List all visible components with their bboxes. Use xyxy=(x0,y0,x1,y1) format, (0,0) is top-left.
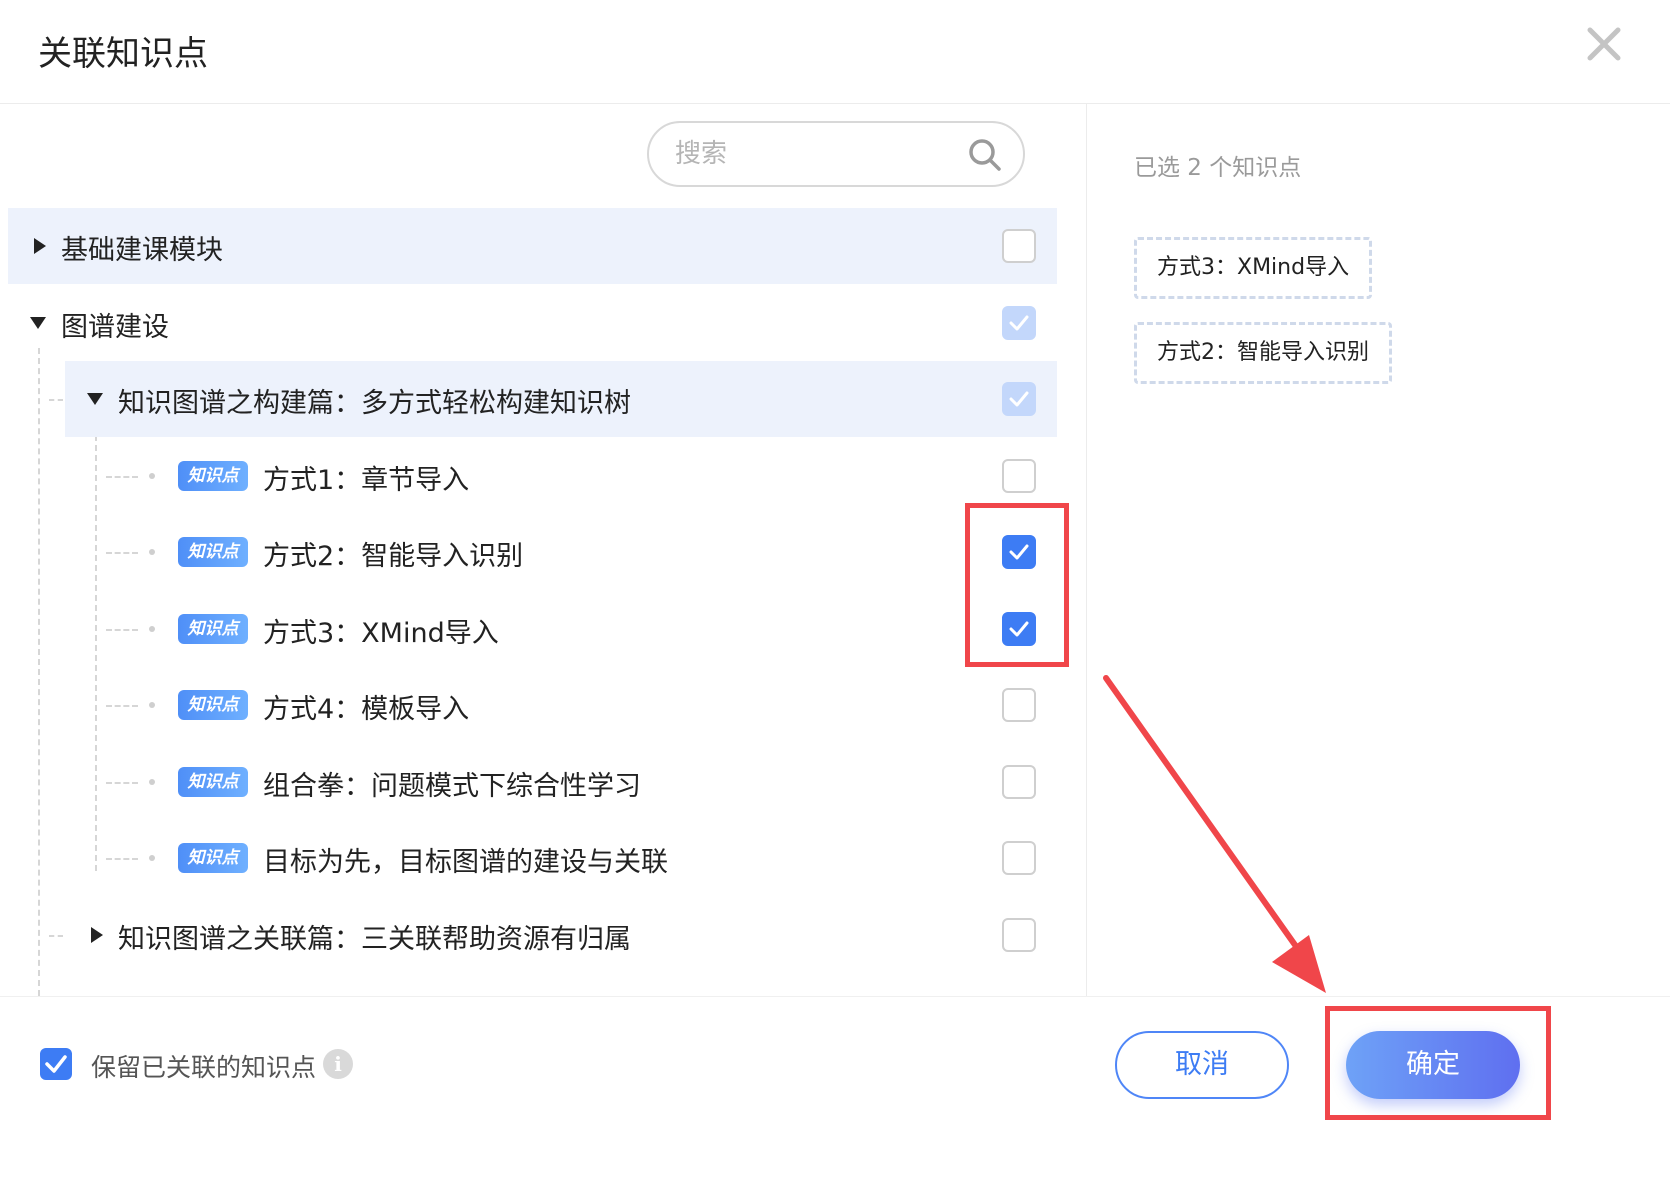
caret-right-icon[interactable] xyxy=(91,927,103,943)
tree-dot xyxy=(149,549,155,555)
tree-row-checkbox[interactable] xyxy=(1002,841,1036,875)
tree-row[interactable]: 知识点 方式1：章节导入 xyxy=(0,438,1057,514)
tree-row-label: 知识图谱之关联篇：三关联帮助资源有归属 xyxy=(118,924,631,955)
tree-row[interactable]: 知识点 方式3：XMind导入 xyxy=(0,591,1057,667)
tree-row[interactable]: 知识点 组合拳：问题模式下综合性学习 xyxy=(0,744,1057,820)
tree-connector xyxy=(49,935,63,937)
knowledge-tag: 知识点 xyxy=(178,461,248,491)
knowledge-tag: 知识点 xyxy=(178,537,248,567)
tree-row[interactable]: 知识点 方式4：模板导入 xyxy=(0,667,1057,743)
tree-row-label: 方式1：章节导入 xyxy=(263,465,470,496)
tree-row-checkbox[interactable] xyxy=(1002,306,1036,340)
tree-row[interactable]: 基础建课模块 xyxy=(8,208,1057,284)
tree-row-label: 方式2：智能导入识别 xyxy=(263,541,524,572)
tree-row-label: 基础建课模块 xyxy=(61,235,223,266)
tree-connector xyxy=(49,399,63,401)
knowledge-tag: 知识点 xyxy=(178,767,248,797)
annotation-box xyxy=(1325,1006,1551,1120)
check-icon xyxy=(45,1055,67,1073)
tree-row-checkbox[interactable] xyxy=(1002,382,1036,416)
tree-row[interactable]: 知识图谱之构建篇：多方式轻松构建知识树 xyxy=(49,361,1057,437)
tree-row-checkbox[interactable] xyxy=(1002,918,1036,952)
knowledge-tag: 知识点 xyxy=(178,690,248,720)
tree-panel: 基础建课模块 图谱建设 知识图谱之构建篇：多方式轻松构建知识树 知识点 方式1：… xyxy=(0,104,1086,996)
dialog-title: 关联知识点 xyxy=(38,34,208,74)
tree-row-checkbox[interactable] xyxy=(1002,229,1036,263)
tree-row-checkbox[interactable] xyxy=(1002,688,1036,722)
dialog-header: 关联知识点 xyxy=(0,0,1670,104)
search-input[interactable] xyxy=(675,135,955,173)
keep-linked-checkbox[interactable] xyxy=(40,1048,72,1080)
selected-panel: 已选 2 个知识点 方式3：XMind导入 方式2：智能导入识别 xyxy=(1087,104,1670,996)
tree-row[interactable]: 知识点 方式2：智能导入识别 xyxy=(0,514,1057,590)
caret-down-icon[interactable] xyxy=(30,317,46,329)
tree-row-label: 方式3：XMind导入 xyxy=(263,618,499,649)
tree-connector xyxy=(106,705,138,707)
annotation-box xyxy=(965,503,1069,667)
tree-row-label: 组合拳：问题模式下综合性学习 xyxy=(263,771,641,802)
tree-dot xyxy=(149,626,155,632)
tree-row-label: 目标为先，目标图谱的建设与关联 xyxy=(263,847,668,878)
caret-right-icon[interactable] xyxy=(34,238,46,254)
tree-dot xyxy=(149,473,155,479)
tree-connector xyxy=(106,858,138,860)
close-icon[interactable] xyxy=(1584,24,1624,64)
tree-dot xyxy=(149,855,155,861)
tree-row-label: 方式4：模板导入 xyxy=(263,694,470,725)
footer-divider xyxy=(0,996,1670,997)
tree-row[interactable]: 图谱建设 xyxy=(8,285,1057,361)
selected-count: 已选 2 个知识点 xyxy=(1134,155,1302,181)
tree-dot xyxy=(149,779,155,785)
tree-row-checkbox[interactable] xyxy=(1002,459,1036,493)
info-icon[interactable]: i xyxy=(323,1049,353,1079)
search-icon[interactable] xyxy=(967,137,1003,173)
search-box[interactable] xyxy=(647,121,1025,187)
keep-linked-label: 保留已关联的知识点 xyxy=(91,1053,317,1082)
selected-chip[interactable]: 方式3：XMind导入 xyxy=(1134,237,1373,299)
tree-connector xyxy=(106,476,138,478)
cancel-button[interactable]: 取消 xyxy=(1115,1031,1289,1099)
tree-dot xyxy=(149,702,155,708)
knowledge-tag: 知识点 xyxy=(178,614,248,644)
tree-row-checkbox[interactable] xyxy=(1002,765,1036,799)
caret-down-icon[interactable] xyxy=(87,393,103,405)
tree-row-label: 知识图谱之构建篇：多方式轻松构建知识树 xyxy=(118,388,631,419)
tree-row[interactable]: 知识点 目标为先，目标图谱的建设与关联 xyxy=(0,820,1057,896)
tree-connector xyxy=(106,629,138,631)
knowledge-tag: 知识点 xyxy=(178,843,248,873)
tree-connector xyxy=(106,782,138,784)
tree-connector xyxy=(106,552,138,554)
tree-row[interactable]: 知识图谱之关联篇：三关联帮助资源有归属 xyxy=(49,897,1057,973)
tree-row-label: 图谱建设 xyxy=(61,312,169,343)
selected-chip[interactable]: 方式2：智能导入识别 xyxy=(1134,322,1392,384)
